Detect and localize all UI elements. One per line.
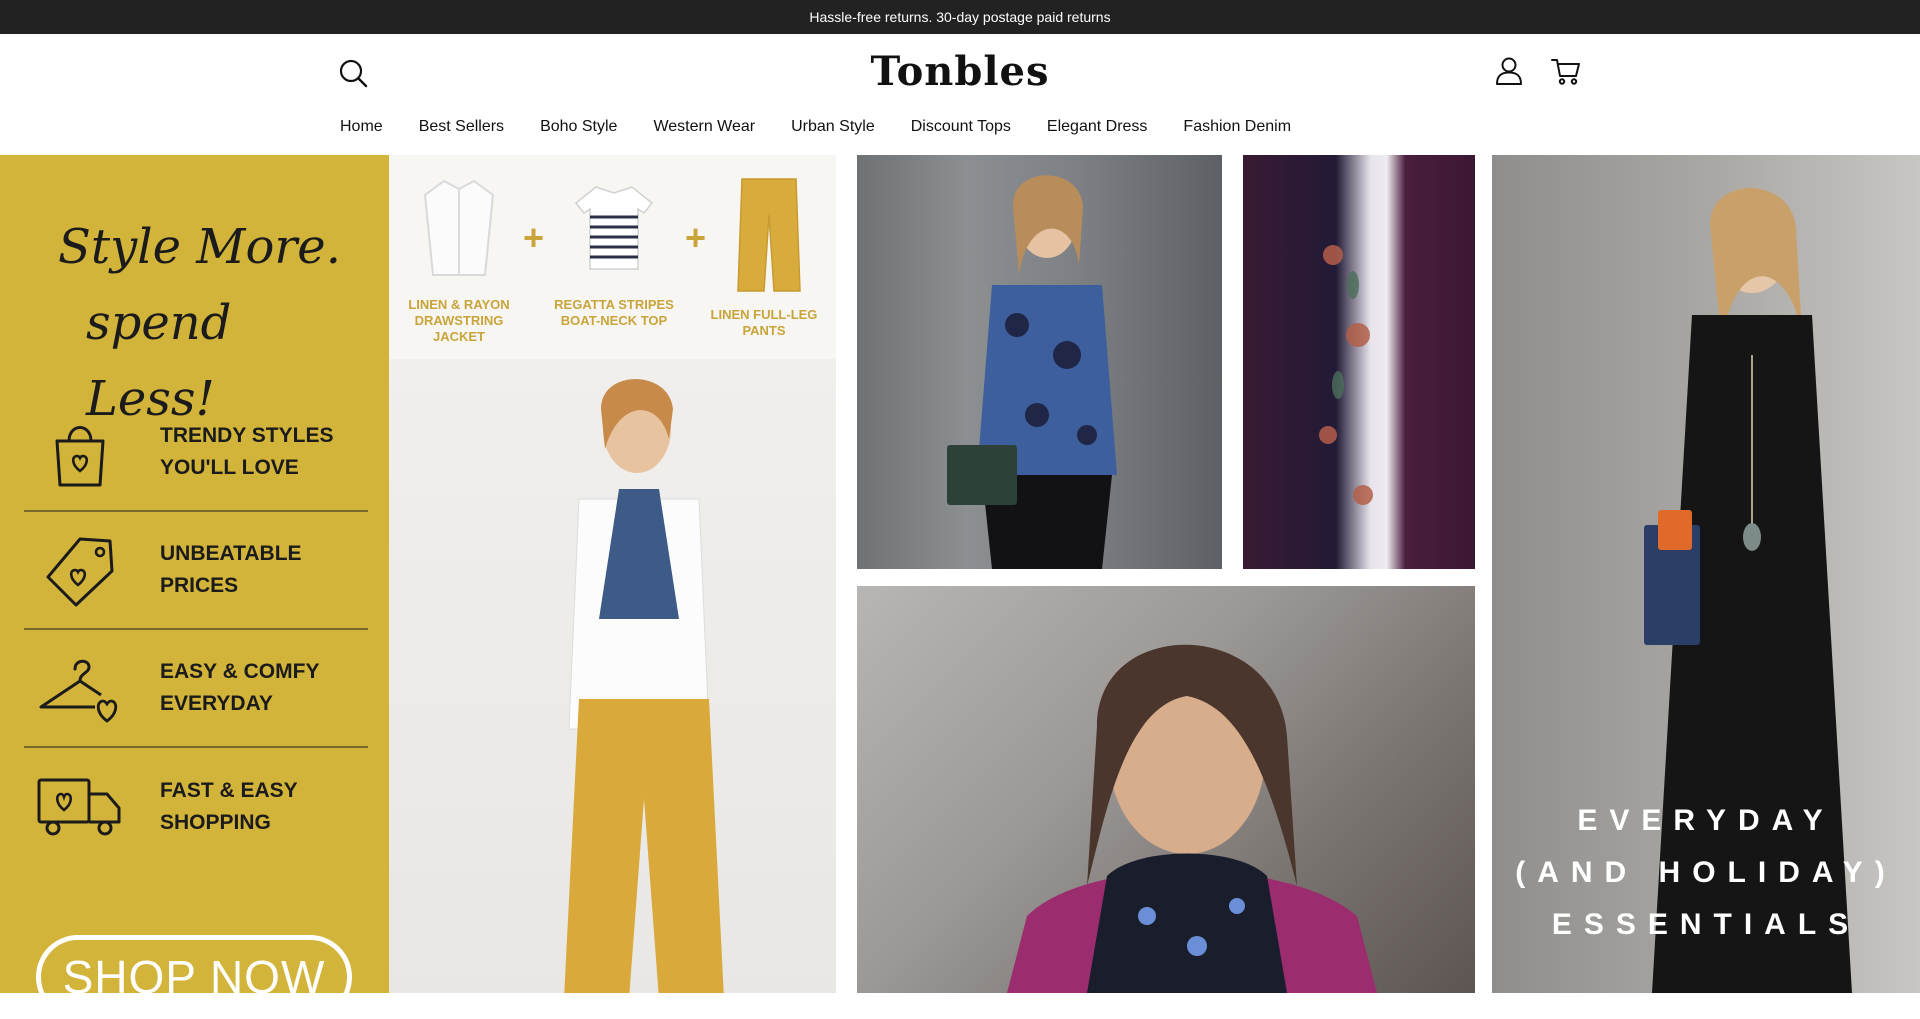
nav-item-urban-style[interactable]: Urban Style xyxy=(791,118,875,136)
banner-line: (AND HOLIDAY) xyxy=(1515,856,1897,889)
delivery-truck-heart-icon xyxy=(24,767,136,847)
feature-trendy-styles: Trendy styles you'll love xyxy=(24,394,368,512)
cart-icon xyxy=(1551,59,1580,85)
nav-item-elegant-dress[interactable]: Elegant Dress xyxy=(1047,118,1148,136)
brand-logo[interactable]: Tonbles xyxy=(0,48,1920,95)
model-floral-blouse-photo[interactable] xyxy=(857,155,1222,569)
nav-item-western-wear[interactable]: Western Wear xyxy=(653,118,755,136)
model-black-dress-photo[interactable]: EVERYDAY (AND HOLIDAY) ESSENTIALS xyxy=(1492,155,1920,993)
flatlay-item-label: LINEN & RAYON DRAWSTRING JACKET xyxy=(408,297,510,344)
site-header: Tonbles Home Best Sellers Boho Style Wes… xyxy=(0,34,1920,155)
feature-label: Fast & easy shopping xyxy=(160,779,298,834)
nav-item-discount-tops[interactable]: Discount Tops xyxy=(911,118,1011,136)
nav-item-fashion-denim[interactable]: Fashion Denim xyxy=(1183,118,1291,136)
banner-text: EVERYDAY (AND HOLIDAY) ESSENTIALS xyxy=(1492,795,1920,951)
nav-item-home[interactable]: Home xyxy=(340,118,383,136)
announcement-bar: Hassle-free returns. 30-day postage paid… xyxy=(0,0,1920,34)
feature-label: Trendy styles you'll love xyxy=(160,424,334,479)
announcement-text: Hassle-free returns. 30-day postage paid… xyxy=(809,9,1111,25)
plus-sign: + xyxy=(685,217,707,258)
user-icon xyxy=(1496,57,1522,85)
jacket-image xyxy=(423,179,495,276)
shop-now-button[interactable]: SHOP NOW xyxy=(36,935,352,1019)
hanger-heart-icon xyxy=(24,648,136,728)
nav-item-best-sellers[interactable]: Best Sellers xyxy=(419,118,504,136)
banner-line: ESSENTIALS xyxy=(1551,908,1861,941)
feature-label: Unbeatable prices xyxy=(160,542,302,597)
model-scarf-portrait-photo[interactable] xyxy=(857,586,1475,993)
feature-fast-shopping: Fast & easy shopping xyxy=(24,748,368,866)
hero-collage: Style More. spend Less! Trendy styles yo… xyxy=(0,155,1920,1019)
promo-headline-line1: Style More. xyxy=(58,219,341,275)
banner-line: EVERYDAY xyxy=(1577,804,1835,837)
striped-top-image xyxy=(574,186,654,270)
nav-item-boho-style[interactable]: Boho Style xyxy=(540,118,617,136)
scarf-detail-photo[interactable] xyxy=(1243,155,1475,569)
cart-button[interactable] xyxy=(1550,56,1582,86)
plus-sign: + xyxy=(523,217,545,258)
linen-pants-image xyxy=(737,178,801,292)
feature-label: Easy & comfy everyday xyxy=(160,660,320,715)
model-linen-outfit-photo[interactable] xyxy=(389,359,836,993)
promo-panel[interactable]: Style More. spend Less! Trendy styles yo… xyxy=(0,155,389,1019)
flatlay-item-label: LINEN FULL-LEG PANTS xyxy=(710,307,818,338)
feature-easy-comfy: Easy & comfy everyday xyxy=(24,630,368,748)
flatlay-products[interactable]: + + LINEN & RAYON DRAWSTRING JACKET REGA… xyxy=(389,155,836,359)
feature-unbeatable-prices: Unbeatable prices xyxy=(24,512,368,630)
flatlay-item-label: REGATTA STRIPES BOAT-NECK TOP xyxy=(554,297,674,328)
account-button[interactable] xyxy=(1494,56,1524,86)
shopping-bag-heart-icon xyxy=(24,412,136,492)
main-nav: Home Best Sellers Boho Style Western Wea… xyxy=(340,118,1327,136)
price-tag-heart-icon xyxy=(24,530,136,610)
